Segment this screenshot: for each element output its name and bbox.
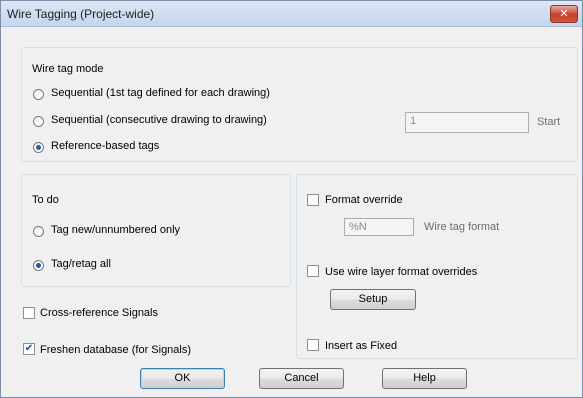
radio-tag-new-only-label[interactable]: Tag new/unnumbered only [51,224,180,236]
checkmark-icon: ✔ [24,343,34,354]
wire-tag-mode-group: Wire tag mode Sequential (1st tag define… [21,47,578,162]
insert-fixed-label[interactable]: Insert as Fixed [325,340,397,352]
insert-fixed-checkbox[interactable] [307,339,319,351]
format-override-checkbox[interactable] [307,194,319,206]
radio-sequential-first[interactable] [33,89,44,100]
format-group: Format override %N Wire tag format Use w… [296,174,578,359]
wire-tag-mode-heading: Wire tag mode [32,63,104,75]
start-label: Start [537,116,561,128]
radio-reference-based-label[interactable]: Reference-based tags [51,140,159,152]
freshen-database-label[interactable]: Freshen database (for Signals) [40,344,191,356]
radio-retag-all[interactable] [33,260,44,271]
todo-group: To do Tag new/unnumbered only Tag/retag … [21,174,291,287]
todo-heading: To do [32,194,59,206]
title-bar[interactable]: Wire Tagging (Project-wide) ✕ [1,1,582,27]
radio-tag-new-only[interactable] [33,226,44,237]
close-button[interactable]: ✕ [550,5,578,23]
setup-button[interactable]: Setup [330,289,416,310]
freshen-database-checkbox[interactable]: ✔ [23,343,35,355]
radio-sequential-consecutive-label[interactable]: Sequential (consecutive drawing to drawi… [51,114,267,126]
format-override-label[interactable]: Format override [325,194,403,206]
wire-tagging-dialog: Wire Tagging (Project-wide) ✕ Wire tag m… [0,0,583,398]
radio-retag-all-label[interactable]: Tag/retag all [51,258,111,270]
help-button[interactable]: Help [382,368,467,389]
wire-tag-format-input[interactable]: %N [344,218,414,236]
radio-sequential-consecutive[interactable] [33,116,44,127]
cross-reference-checkbox[interactable] [23,307,35,319]
cancel-button[interactable]: Cancel [259,368,344,389]
radio-reference-based[interactable] [33,142,44,153]
close-icon: ✕ [559,8,569,20]
radio-sequential-first-label[interactable]: Sequential (1st tag defined for each dra… [51,87,270,99]
cross-reference-label[interactable]: Cross-reference Signals [40,307,158,319]
layer-override-checkbox[interactable] [307,265,319,277]
layer-override-label[interactable]: Use wire layer format overrides [325,266,477,278]
wire-tag-format-caption: Wire tag format [424,221,500,233]
ok-button[interactable]: OK [140,368,225,389]
start-number-input[interactable]: 1 [405,112,529,133]
window-title: Wire Tagging (Project-wide) [7,7,155,21]
